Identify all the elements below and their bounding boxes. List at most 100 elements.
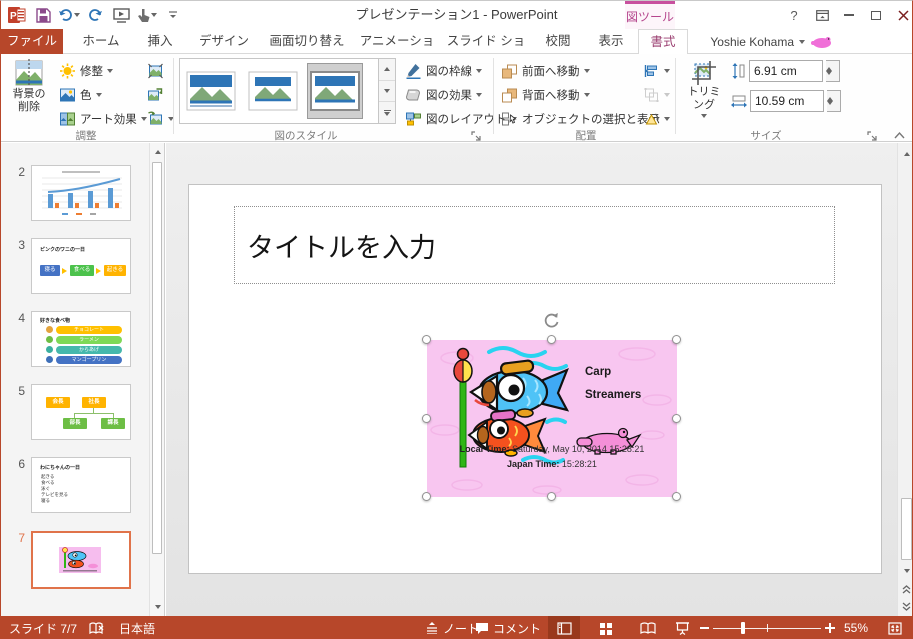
resize-handle-n[interactable] [547, 335, 556, 344]
slide-2-thumbnail[interactable] [31, 165, 131, 221]
corrections-label: 修整 [80, 65, 103, 78]
next-slide-button[interactable] [899, 598, 912, 614]
picture-style-2[interactable] [245, 63, 301, 119]
picture-tools-contextual-header[interactable]: 図ツール [625, 1, 675, 29]
resize-handle-e[interactable] [672, 414, 681, 423]
thumb-scrollbar-thumb[interactable] [152, 162, 162, 554]
bring-forward-button[interactable]: 前面へ移動 [501, 60, 590, 81]
collapse-ribbon-button[interactable] [894, 126, 905, 144]
crop-button[interactable]: トリミング [683, 60, 725, 118]
slide-sorter-view-button[interactable] [590, 616, 622, 639]
picture-layout-button[interactable]: 図のレイアウト [405, 108, 517, 129]
shape-height-spinner[interactable] [826, 60, 840, 82]
scroll-down-button[interactable] [899, 563, 912, 579]
thumb-scroll-down-button[interactable] [150, 599, 165, 615]
slide-3-number: 3 [18, 238, 25, 252]
resize-handle-ne[interactable] [672, 335, 681, 344]
resize-handle-s[interactable] [547, 492, 556, 501]
gallery-scroll-up-button[interactable] [379, 59, 395, 81]
spin-down-icon [826, 71, 832, 81]
spell-check-button[interactable] [89, 616, 105, 639]
shape-height-input[interactable] [749, 60, 823, 82]
align-objects-button[interactable] [643, 60, 670, 81]
picture-style-3-selected[interactable] [307, 63, 363, 119]
resize-handle-sw[interactable] [422, 492, 431, 501]
corrections-button[interactable]: 修整 [59, 60, 113, 81]
slide-canvas[interactable]: タイトルを入力 Carp Streamers Local Time: Satur… [188, 184, 882, 574]
resize-handle-nw[interactable] [422, 335, 431, 344]
slide-4-thumbnail[interactable]: 好きな食べ物 チョコレート ラーメン からあげ マンゴープリン [31, 311, 131, 367]
reset-picture-button[interactable] [147, 108, 174, 129]
picture-styles-dialog-launcher[interactable] [471, 128, 483, 141]
dialog-launcher-icon [867, 131, 877, 141]
spin-up-icon [827, 91, 833, 101]
rotate-handle[interactable] [542, 311, 561, 335]
artistic-effects-button[interactable]: アート効果 [59, 108, 147, 129]
send-backward-button[interactable]: 背面へ移動 [501, 84, 590, 105]
selected-picture[interactable]: Carp Streamers Local Time: Saturday, May… [422, 313, 681, 501]
close-button[interactable] [888, 1, 912, 29]
slide-2-number: 2 [18, 165, 25, 179]
zoom-out-button[interactable] [695, 616, 713, 639]
selection-pane-button[interactable]: オブジェクトの選択と表示 [501, 108, 660, 129]
minimize-button[interactable] [834, 1, 864, 29]
compress-pictures-button[interactable] [147, 60, 167, 81]
slide-6-thumbnail[interactable]: わにちゃんの一日 起きる 食べる 泳ぐ テレビを見る 寝る [31, 457, 131, 513]
group-objects-button[interactable] [643, 84, 670, 105]
tab-format-active[interactable]: 書式 [638, 29, 688, 55]
scroll-up-button[interactable] [899, 146, 912, 162]
tab-insert[interactable]: 挿入 [134, 29, 186, 54]
group-objects-icon [644, 87, 659, 102]
change-picture-button[interactable] [147, 84, 167, 105]
gallery-more-button[interactable] [379, 102, 395, 123]
slide-7-thumbnail-selected[interactable] [31, 531, 131, 589]
size-dialog-launcher[interactable] [867, 128, 879, 141]
gallery-scroll-down-button[interactable] [379, 81, 395, 103]
tab-home[interactable]: ホーム [70, 29, 132, 54]
thumbnail-pane-scrollbar[interactable] [149, 143, 164, 616]
language-indicator[interactable]: 日本語 [119, 616, 155, 639]
account-area[interactable]: Yoshie Kohama [710, 29, 832, 54]
zoom-percent[interactable]: 55% [844, 616, 868, 639]
title-placeholder[interactable]: タイトルを入力 [234, 206, 835, 284]
title-bar: P プレゼンテーション1 - PowerPoint 図ツール ? [1, 1, 912, 29]
zoom-slider-handle[interactable] [741, 622, 745, 634]
tab-file[interactable]: ファイル [1, 29, 63, 54]
previous-slide-button[interactable] [899, 581, 912, 597]
tab-view[interactable]: 表示 [586, 29, 636, 54]
shape-width-spinner[interactable] [827, 90, 841, 112]
color-button[interactable]: 色 [59, 84, 102, 105]
picture-effects-button[interactable]: 図の効果 [405, 84, 482, 105]
scrollbar-thumb[interactable] [901, 498, 912, 560]
carp-streamers-picture [427, 340, 677, 497]
thumb-scroll-up-button[interactable] [150, 144, 165, 160]
tab-animations[interactable]: アニメーション [355, 29, 439, 72]
tab-slideshow[interactable]: スライド ショー [441, 29, 531, 72]
shape-width-control [731, 90, 841, 112]
slideshow-view-button[interactable] [666, 616, 698, 639]
notes-button[interactable]: ノート [425, 616, 479, 639]
normal-view-button[interactable] [548, 616, 580, 639]
rotate-objects-button[interactable] [643, 108, 670, 129]
tab-review[interactable]: 校閲 [533, 29, 583, 54]
slide-5-thumbnail[interactable]: 会長 社長 部長 課長 [31, 384, 131, 440]
resize-handle-w[interactable] [422, 414, 431, 423]
slide-indicator[interactable]: スライド 7/7 [9, 616, 77, 639]
picture-style-1[interactable] [183, 63, 239, 119]
help-button[interactable]: ? [779, 1, 809, 29]
maximize-button[interactable] [861, 1, 891, 29]
reading-view-button[interactable] [632, 616, 664, 639]
fit-slide-to-window-button[interactable] [879, 616, 911, 639]
slide-area-scrollbar[interactable] [897, 143, 912, 616]
ribbon-display-options-button[interactable] [807, 1, 837, 29]
resize-handle-se[interactable] [672, 492, 681, 501]
slide-3-thumbnail[interactable]: ピンクのワニの一日 寝る 食べる 起きる [31, 238, 131, 294]
picture-border-button[interactable]: 図の枠線 [405, 60, 482, 81]
zoom-in-button[interactable] [821, 616, 839, 639]
comments-button[interactable]: コメント [475, 616, 541, 639]
shape-width-input[interactable] [750, 90, 824, 112]
tab-design[interactable]: デザイン [189, 29, 259, 54]
tab-transitions[interactable]: 画面切り替え [261, 29, 353, 54]
remove-background-button[interactable]: 背景の 削除 [5, 58, 53, 114]
slide-7-mini-picture [33, 533, 129, 587]
